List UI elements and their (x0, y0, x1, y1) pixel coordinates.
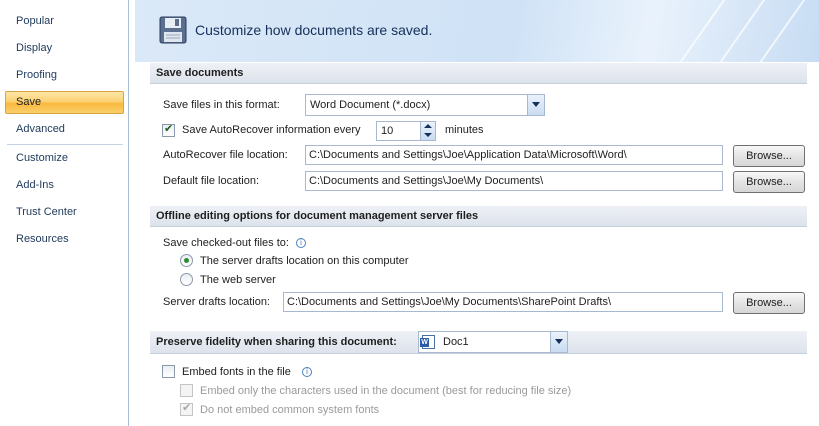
autorecover-location-label: AutoRecover file location: (163, 149, 288, 161)
radio-web-server[interactable] (180, 273, 193, 286)
embed-fonts-label: Embed fonts in the file (182, 366, 291, 378)
section-header-save-documents: Save documents (150, 63, 807, 84)
spin-up-icon[interactable] (424, 124, 432, 128)
info-icon[interactable]: i (302, 367, 312, 377)
default-location-input[interactable]: C:\Documents and Settings\Joe\My Documen… (305, 171, 723, 191)
info-icon[interactable]: i (296, 238, 306, 248)
sidebar-divider (7, 144, 123, 145)
autorecover-minutes-spinner[interactable]: 10 (376, 121, 436, 141)
no-common-fonts-label: Do not embed common system fonts (200, 404, 380, 416)
save-format-label: Save files in this format: (163, 99, 280, 111)
radio-web-server-label: The web server (200, 274, 276, 286)
drafts-location-input[interactable]: C:\Documents and Settings\Joe\My Documen… (283, 292, 723, 312)
sidebar-item-popular[interactable]: Popular (5, 10, 124, 33)
spinner-buttons[interactable] (420, 122, 435, 140)
embed-used-chars-checkbox[interactable] (180, 384, 193, 397)
word-document-icon (420, 335, 435, 349)
banner-decoration (660, 0, 732, 62)
autorecover-label: Save AutoRecover information every (182, 124, 361, 136)
save-format-dropdown[interactable]: Word Document (*.docx) (305, 94, 545, 116)
save-format-value: Word Document (*.docx) (310, 99, 431, 111)
autorecover-minutes-value: 10 (381, 125, 394, 137)
chevron-down-icon[interactable] (550, 332, 567, 352)
banner-decoration (700, 0, 772, 62)
embed-used-chars-label: Embed only the characters used in the do… (200, 385, 572, 397)
spin-down-icon[interactable] (424, 133, 432, 137)
sidebar-item-save[interactable]: Save (5, 91, 124, 114)
minutes-label: minutes (445, 124, 484, 136)
fidelity-document-dropdown[interactable]: Doc1 (418, 331, 568, 353)
checked-out-label: Save checked-out files to: (163, 237, 289, 249)
autorecover-checkbox[interactable] (162, 122, 175, 137)
sidebar-item-trust-center[interactable]: Trust Center (5, 201, 124, 224)
drafts-location-label: Server drafts location: (163, 296, 270, 308)
sidebar-item-advanced[interactable]: Advanced (5, 118, 124, 141)
floppy-disk-icon (159, 16, 187, 44)
browse-autorecover-button[interactable]: Browse... (733, 145, 805, 167)
fidelity-document-value: Doc1 (443, 336, 469, 348)
sidebar-item-resources[interactable]: Resources (5, 228, 124, 251)
options-sidebar: Popular Display Proofing Save Advanced C… (0, 0, 129, 426)
radio-server-drafts[interactable] (180, 254, 193, 267)
options-main-panel: Customize how documents are saved. Save … (135, 0, 819, 426)
chevron-down-icon[interactable] (527, 95, 544, 115)
autorecover-location-input[interactable]: C:\Documents and Settings\Joe\Applicatio… (305, 145, 723, 165)
sidebar-item-proofing[interactable]: Proofing (5, 64, 124, 87)
embed-fonts-checkbox[interactable] (162, 365, 175, 378)
sidebar-item-add-ins[interactable]: Add-Ins (5, 174, 124, 197)
page-banner: Customize how documents are saved. (135, 0, 819, 62)
section-header-offline-editing: Offline editing options for document man… (150, 206, 807, 227)
banner-decoration (740, 0, 812, 62)
browse-drafts-button[interactable]: Browse... (733, 292, 805, 314)
browse-default-button[interactable]: Browse... (733, 171, 805, 193)
sidebar-item-display[interactable]: Display (5, 37, 124, 60)
radio-server-drafts-label: The server drafts location on this compu… (200, 255, 409, 267)
page-title: Customize how documents are saved. (195, 22, 433, 38)
no-common-fonts-checkbox[interactable] (180, 401, 193, 416)
sidebar-item-customize[interactable]: Customize (5, 147, 124, 170)
default-location-label: Default file location: (163, 175, 259, 187)
